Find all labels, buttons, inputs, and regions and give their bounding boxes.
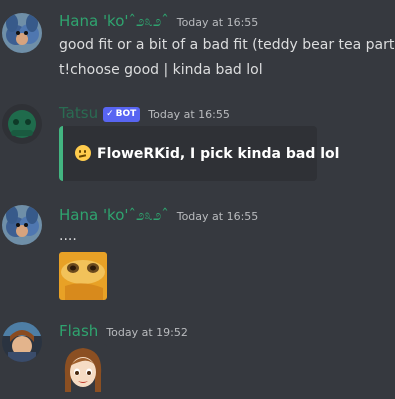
username-flash[interactable]: Flash [59,322,98,340]
bot-badge: ✓ BOT [103,106,141,122]
message-header: Hana 'ko'ˆ೨೩೨ˆ Today at 16:55 [59,206,258,226]
username-hana[interactable]: Hana 'ko'ˆ೨೩೨ˆ [59,12,169,30]
checkmark-icon: ✓ [106,109,114,119]
image-attachment[interactable] [59,252,107,300]
embed-text-row: FloweRKid, I pick kinda bad lol [75,145,339,162]
bot-embed: FloweRKid, I pick kinda bad lol [59,126,339,181]
username-hana[interactable]: Hana 'ko'ˆ೨೩೨ˆ [59,206,169,224]
timestamp: Today at 16:55 [148,108,230,121]
bot-badge-label: BOT [115,109,137,119]
image-attachment[interactable] [59,344,107,392]
message-header: Hana 'ko'ˆ೨೩೨ˆ Today at 16:55 [59,12,258,32]
message-text-line: good fit or a bit of a bad fit (teddy be… [59,37,395,53]
username-tatsu[interactable]: Tatsu [59,104,98,122]
chat-messages: Hana 'ko'ˆ೨೩೨ˆ Today at 16:55 good fit o… [0,0,395,399]
avatar-flash[interactable] [2,322,42,362]
avatar-hana[interactable] [2,205,42,245]
message-text-line: t!choose good | kinda bad lol [59,62,263,78]
thinking-face-icon [75,145,91,161]
message-text-line: .... [59,228,77,244]
message-header: Tatsu ✓ BOT Today at 16:55 [59,104,230,124]
avatar-hana[interactable] [2,13,42,53]
timestamp: Today at 16:55 [176,16,259,29]
avatar-tatsu[interactable] [2,104,42,144]
embed-text: FloweRKid, I pick kinda bad lol [97,146,340,162]
timestamp: Today at 16:55 [176,210,259,223]
timestamp: Today at 19:52 [106,326,188,339]
message-header: Flash Today at 19:52 [59,322,188,342]
